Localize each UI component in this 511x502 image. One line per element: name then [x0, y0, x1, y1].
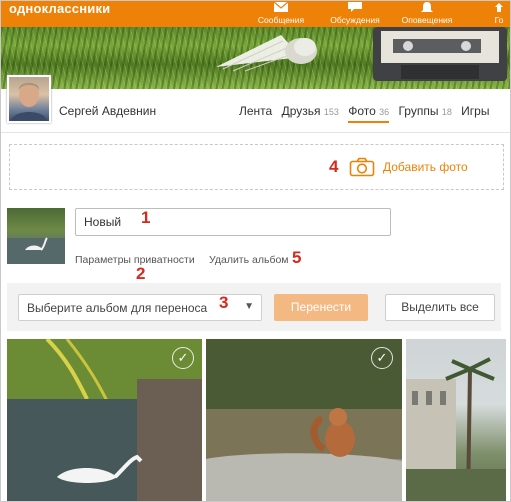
photo-item[interactable]: ✓ — [206, 339, 402, 501]
photo-actions-bar: Выберите альбом для переноса ▼ 3 Перенес… — [7, 283, 501, 331]
tab-feed[interactable]: Лента — [239, 104, 272, 118]
select-check-icon[interactable]: ✓ — [172, 347, 194, 369]
add-photo-link[interactable]: Добавить фото — [383, 160, 468, 174]
annotation-marker-1: 1 — [141, 208, 151, 227]
avatar[interactable] — [7, 75, 51, 123]
profile-tabs: Лента Друзья 153 Фото 36 Группы 18 Игры — [239, 104, 495, 123]
top-nav-bar: одноклассники Сообщения Обсуждения Опове… — [1, 1, 510, 27]
envelope-icon — [253, 1, 309, 15]
select-all-button[interactable]: Выделить все — [385, 294, 495, 321]
camera-icon[interactable] — [349, 157, 375, 177]
annotation-marker-4: 4 — [329, 157, 339, 176]
bell-icon — [398, 1, 456, 15]
nav-messages-label: Сообщения — [257, 15, 305, 25]
site-logo[interactable]: одноклассники — [9, 1, 110, 16]
album-move-select-value: Выберите альбом для переноса — [27, 301, 208, 315]
annotation-marker-3: 3 — [219, 293, 229, 312]
tab-friends-label: Друзья — [281, 104, 321, 118]
nav-guests-label: Го — [494, 15, 504, 25]
privacy-settings-link[interactable]: Параметры приватности — [75, 254, 195, 266]
tab-groups-label: Группы — [398, 104, 439, 118]
cover-illustration — [216, 27, 507, 81]
tab-photos[interactable]: Фото 36 — [348, 104, 390, 123]
nav-notifications-label: Оповещения — [401, 15, 453, 25]
tab-groups-count: 18 — [441, 107, 452, 117]
chevron-down-icon: ▼ — [244, 301, 254, 312]
tab-games-label: Игры — [461, 104, 490, 118]
nav-discussions-label: Обсуждения — [330, 15, 380, 25]
annotation-marker-5: 5 — [292, 248, 302, 267]
tab-friends-count: 153 — [323, 107, 339, 117]
photo-item[interactable] — [406, 339, 506, 501]
album-cover-thumbnail[interactable] — [7, 208, 65, 264]
album-name-input[interactable]: Новый — [75, 208, 391, 236]
nav-messages[interactable]: Сообщения — [253, 1, 309, 27]
tab-photos-count: 36 — [379, 107, 390, 117]
nav-guests[interactable]: Го — [487, 1, 510, 27]
photo-item[interactable]: ✓ — [7, 339, 202, 501]
avatar-portrait — [11, 82, 47, 121]
profile-cover-image — [1, 27, 510, 89]
chat-icon — [326, 1, 384, 15]
user-name[interactable]: Сергей Авдевнин — [59, 104, 156, 118]
palm-palace-photo-image — [406, 357, 506, 501]
add-photo-dropzone[interactable]: 4 Добавить фото — [9, 144, 504, 190]
tab-groups[interactable]: Группы 18 — [398, 104, 451, 118]
nav-notifications[interactable]: Оповещения — [398, 1, 456, 27]
annotation-marker-2: 2 — [136, 264, 146, 283]
select-check-icon[interactable]: ✓ — [371, 347, 393, 369]
tab-photos-label: Фото — [348, 104, 376, 118]
guests-icon — [487, 1, 510, 15]
tab-friends[interactable]: Друзья 153 — [282, 104, 339, 118]
nav-discussions[interactable]: Обсуждения — [326, 1, 384, 27]
move-button[interactable]: Перенести — [274, 294, 368, 321]
swan-thumbnail-image — [7, 237, 65, 264]
tab-games[interactable]: Игры — [461, 104, 489, 118]
window-frame: одноклассники Сообщения Обсуждения Опове… — [0, 0, 511, 502]
tab-feed-label: Лента — [239, 104, 273, 118]
delete-album-link[interactable]: Удалить альбом — [209, 254, 289, 266]
profile-header: Сергей Авдевнин Лента Друзья 153 Фото 36… — [1, 75, 510, 133]
